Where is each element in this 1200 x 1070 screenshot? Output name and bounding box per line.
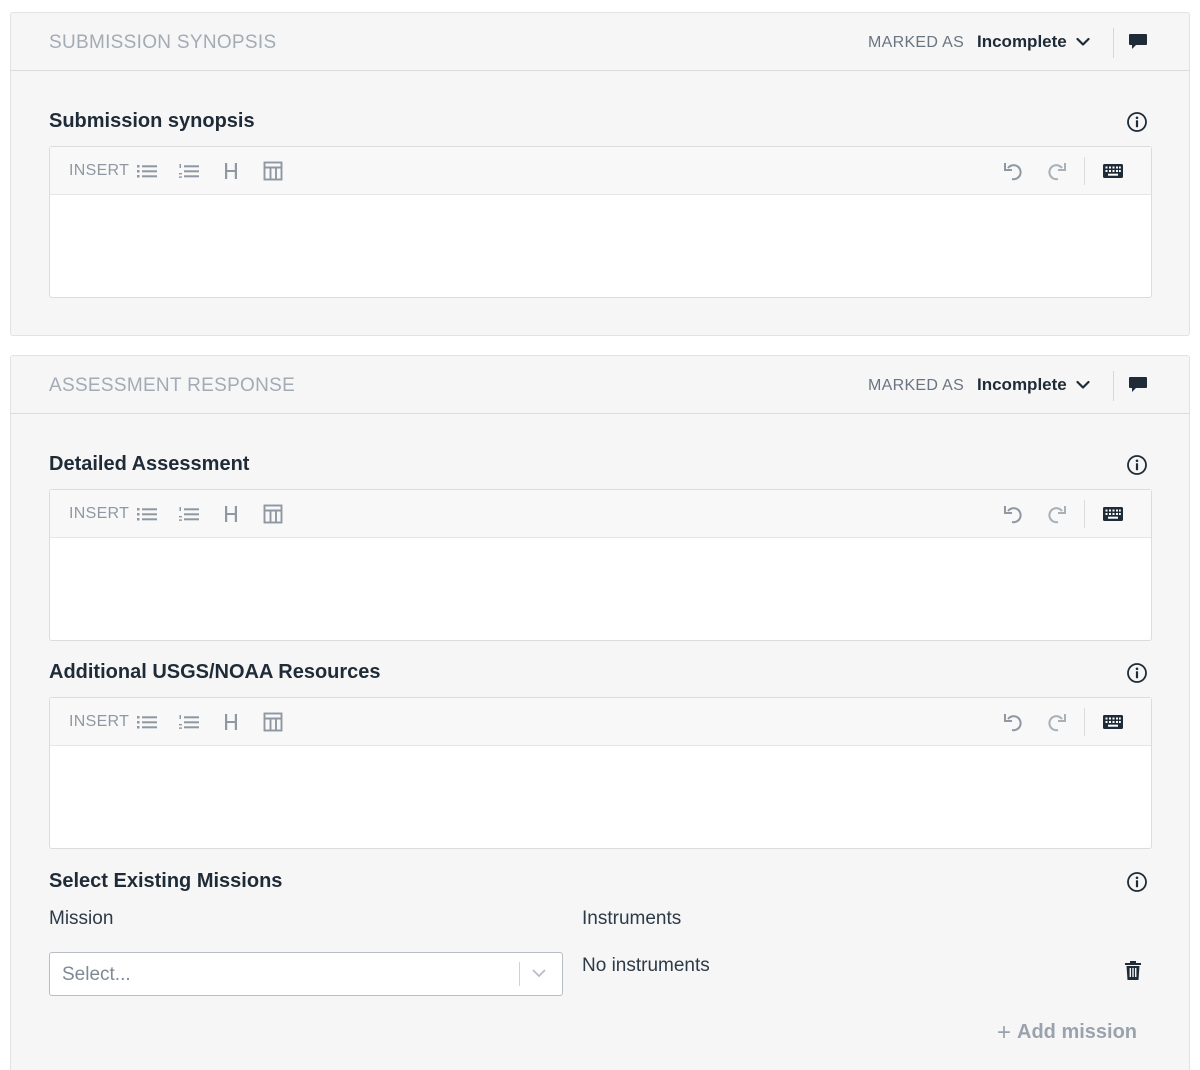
status-dropdown[interactable]: Incomplete	[977, 30, 1090, 54]
table-button[interactable]	[261, 710, 285, 734]
delete-mission-button[interactable]	[1123, 960, 1143, 982]
chevron-down-icon	[1076, 380, 1090, 389]
trash-icon	[1125, 961, 1141, 980]
mission-select[interactable]: Select...	[49, 952, 563, 996]
undo-icon	[1004, 506, 1022, 524]
rich-text-editor: INSERT	[49, 697, 1152, 849]
numbered-list-icon	[179, 164, 199, 178]
assessment-response-panel: ASSESSMENT RESPONSE MARKED AS Incomplete…	[10, 355, 1190, 1070]
mission-column-label: Mission	[49, 908, 114, 929]
undo-icon	[1004, 163, 1022, 181]
panel-header: ASSESSMENT RESPONSE MARKED AS Incomplete	[11, 356, 1189, 414]
chevron-down-icon	[1076, 37, 1090, 46]
select-placeholder: Select...	[62, 964, 131, 985]
numbered-list-button[interactable]	[177, 502, 201, 526]
comment-button[interactable]	[1125, 373, 1151, 397]
keyboard-shortcuts-button[interactable]	[1101, 502, 1125, 526]
keyboard-shortcuts-button[interactable]	[1101, 710, 1125, 734]
heading-icon	[225, 714, 237, 730]
heading-button[interactable]	[219, 710, 243, 734]
heading-icon	[225, 163, 237, 179]
keyboard-icon	[1103, 715, 1123, 729]
numbered-list-icon	[179, 507, 199, 521]
status-value: Incomplete	[977, 32, 1067, 51]
table-button[interactable]	[261, 502, 285, 526]
field-label-submission-synopsis: Submission synopsis	[49, 110, 255, 132]
status-dropdown[interactable]: Incomplete	[977, 373, 1090, 397]
comment-icon	[1129, 377, 1147, 392]
heading-button[interactable]	[219, 502, 243, 526]
plus-icon: +	[997, 1018, 1012, 1046]
add-mission-label: Add mission	[1017, 1021, 1138, 1043]
no-instruments-text: No instruments	[582, 955, 710, 976]
panel-title: ASSESSMENT RESPONSE	[49, 375, 296, 396]
redo-button[interactable]	[1044, 159, 1068, 183]
redo-button[interactable]	[1044, 502, 1068, 526]
redo-icon	[1048, 506, 1066, 524]
comment-button[interactable]	[1125, 30, 1151, 54]
bulleted-list-button[interactable]	[135, 159, 159, 183]
rich-text-editor: INSERT	[49, 146, 1152, 298]
add-mission-button[interactable]: + Add mission	[997, 1018, 1138, 1046]
table-icon	[263, 504, 283, 524]
toolbar-divider	[1084, 157, 1085, 185]
keyboard-shortcuts-button[interactable]	[1101, 159, 1125, 183]
insert-label: INSERT	[69, 162, 130, 179]
editor-toolbar: INSERT	[50, 147, 1151, 195]
select-separator	[519, 962, 520, 986]
bulleted-list-icon	[137, 165, 157, 178]
status-value: Incomplete	[977, 375, 1067, 394]
bulleted-list-button[interactable]	[135, 710, 159, 734]
keyboard-icon	[1103, 507, 1123, 521]
insert-label: INSERT	[69, 713, 130, 730]
table-icon	[263, 161, 283, 181]
submission-synopsis-panel: SUBMISSION SYNOPSIS MARKED AS Incomplete…	[10, 12, 1190, 336]
redo-button[interactable]	[1044, 710, 1068, 734]
numbered-list-icon	[179, 715, 199, 729]
marked-as-label: MARKED AS	[868, 34, 965, 51]
info-icon[interactable]	[1126, 871, 1148, 893]
heading-icon	[225, 506, 237, 522]
rich-text-editor: INSERT	[49, 489, 1152, 641]
panel-title: SUBMISSION SYNOPSIS	[49, 32, 277, 53]
redo-icon	[1048, 714, 1066, 732]
editor-toolbar: INSERT	[50, 490, 1151, 538]
numbered-list-button[interactable]	[177, 710, 201, 734]
redo-icon	[1048, 163, 1066, 181]
table-button[interactable]	[261, 159, 285, 183]
instruments-column-label: Instruments	[582, 908, 682, 929]
keyboard-icon	[1103, 164, 1123, 178]
undo-icon	[1004, 714, 1022, 732]
panel-header: SUBMISSION SYNOPSIS MARKED AS Incomplete	[11, 13, 1189, 71]
header-divider	[1113, 371, 1114, 401]
numbered-list-button[interactable]	[177, 159, 201, 183]
undo-button[interactable]	[1002, 159, 1026, 183]
editor-toolbar: INSERT	[50, 698, 1151, 746]
undo-button[interactable]	[1002, 710, 1026, 734]
bulleted-list-icon	[137, 508, 157, 521]
info-icon[interactable]	[1126, 111, 1148, 133]
toolbar-divider	[1084, 500, 1085, 528]
marked-as-label: MARKED AS	[868, 377, 965, 394]
toolbar-divider	[1084, 708, 1085, 736]
heading-button[interactable]	[219, 159, 243, 183]
editor-text-area[interactable]	[50, 195, 1151, 298]
field-label-detailed-assessment: Detailed Assessment	[49, 453, 250, 475]
bulleted-list-button[interactable]	[135, 502, 159, 526]
bulleted-list-icon	[137, 716, 157, 729]
comment-icon	[1129, 34, 1147, 49]
info-icon[interactable]	[1126, 662, 1148, 684]
chevron-down-icon	[532, 969, 546, 978]
info-icon[interactable]	[1126, 454, 1148, 476]
field-label-additional-resources: Additional USGS/NOAA Resources	[49, 661, 381, 683]
undo-button[interactable]	[1002, 502, 1026, 526]
header-divider	[1113, 28, 1114, 58]
editor-text-area[interactable]	[50, 538, 1151, 641]
insert-label: INSERT	[69, 505, 130, 522]
editor-text-area[interactable]	[50, 746, 1151, 849]
table-icon	[263, 712, 283, 732]
field-label-select-missions: Select Existing Missions	[49, 870, 283, 892]
